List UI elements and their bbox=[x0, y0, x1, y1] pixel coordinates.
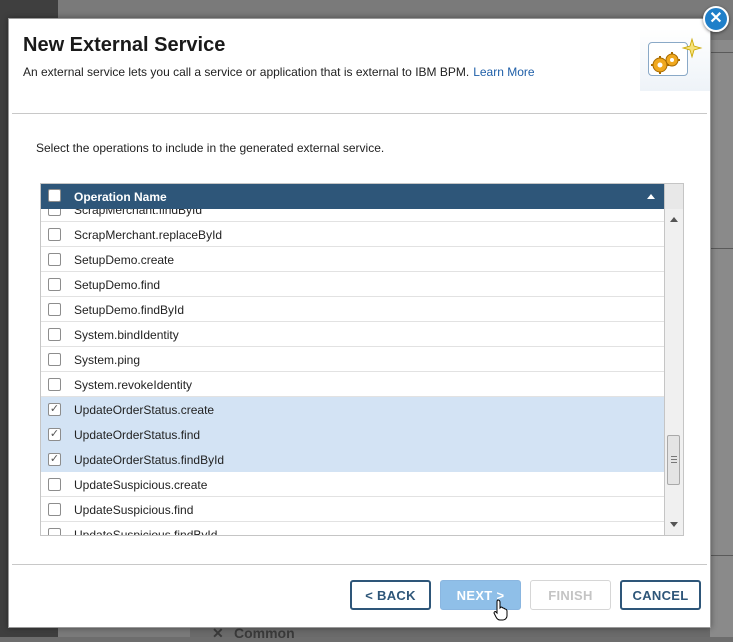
sort-ascending-icon[interactable] bbox=[647, 194, 655, 199]
finish-button[interactable]: FINISH bbox=[530, 580, 611, 610]
operation-row[interactable]: ✓ UpdateOrderStatus.findById bbox=[41, 447, 664, 472]
operation-row[interactable]: System.revokeIdentity bbox=[41, 372, 664, 397]
operation-row[interactable]: UpdateSuspicious.findById bbox=[41, 522, 664, 535]
operation-checkbox[interactable]: ✓ bbox=[48, 403, 61, 416]
operation-name: UpdateOrderStatus.find bbox=[74, 428, 201, 442]
operation-name: SetupDemo.findById bbox=[74, 303, 185, 317]
operation-row[interactable]: System.bindIdentity bbox=[41, 322, 664, 347]
header-divider bbox=[12, 113, 707, 114]
operation-checkbox[interactable]: ✓ bbox=[48, 453, 61, 466]
operation-checkbox[interactable] bbox=[48, 503, 61, 516]
operations-grid: Operation Name ScrapMerchant.findById Scr… bbox=[40, 183, 684, 536]
gears-icon bbox=[651, 37, 703, 74]
operation-name: UpdateSuspicious.find bbox=[74, 503, 194, 517]
operation-name: UpdateOrderStatus.create bbox=[74, 403, 215, 417]
operation-row[interactable]: SetupDemo.findById bbox=[41, 297, 664, 322]
operation-checkbox[interactable] bbox=[48, 378, 61, 391]
hand-cursor-icon bbox=[493, 599, 508, 621]
footer-divider bbox=[12, 564, 707, 565]
grid-rows: ScrapMerchant.findById ScrapMerchant.repl… bbox=[41, 209, 664, 535]
external-service-gears-icon bbox=[640, 29, 710, 91]
operation-name: UpdateSuspicious.findById bbox=[74, 528, 218, 535]
operation-checkbox[interactable] bbox=[48, 278, 61, 291]
scroll-up-icon[interactable] bbox=[670, 217, 678, 222]
operation-row[interactable]: ✓ UpdateOrderStatus.find bbox=[41, 422, 664, 447]
grip-line bbox=[671, 459, 677, 460]
operation-row[interactable]: SetupDemo.create bbox=[41, 247, 664, 272]
operation-checkbox[interactable] bbox=[48, 253, 61, 266]
close-dialog-button[interactable]: ✕ bbox=[703, 6, 729, 32]
background-divider bbox=[710, 248, 733, 249]
operation-checkbox[interactable] bbox=[48, 209, 61, 216]
background-divider bbox=[710, 555, 733, 556]
grid-header[interactable]: Operation Name bbox=[41, 184, 664, 209]
column-header-operation-name[interactable]: Operation Name bbox=[74, 190, 167, 204]
operation-row[interactable]: ScrapMerchant.findById bbox=[41, 209, 664, 222]
operation-name: System.bindIdentity bbox=[74, 328, 179, 342]
new-external-service-dialog: New External Service An external service… bbox=[8, 18, 711, 628]
dialog-description: An external service lets you call a serv… bbox=[23, 65, 535, 79]
dialog-title: New External Service bbox=[23, 34, 226, 56]
operation-name: ScrapMerchant.replaceById bbox=[74, 228, 223, 242]
operation-row[interactable]: ScrapMerchant.replaceById bbox=[41, 222, 664, 247]
background-right-panel bbox=[710, 40, 733, 637]
back-button[interactable]: < BACK bbox=[350, 580, 431, 610]
operation-name: SetupDemo.find bbox=[74, 278, 161, 292]
dialog-description-text: An external service lets you call a serv… bbox=[23, 65, 470, 79]
operation-checkbox[interactable] bbox=[48, 353, 61, 366]
vertical-scrollbar[interactable] bbox=[664, 209, 683, 535]
operation-checkbox[interactable] bbox=[48, 228, 61, 241]
operation-name: ScrapMerchant.findById bbox=[74, 209, 203, 217]
operation-name: UpdateOrderStatus.findById bbox=[74, 453, 225, 467]
grid-body: ScrapMerchant.findById ScrapMerchant.repl… bbox=[41, 209, 664, 535]
select-all-checkbox[interactable] bbox=[48, 189, 61, 202]
operation-row[interactable]: ✓ UpdateOrderStatus.create bbox=[41, 397, 664, 422]
grid-scroll-corner bbox=[664, 184, 683, 209]
operation-checkbox[interactable] bbox=[48, 528, 61, 535]
operation-row[interactable]: UpdateSuspicious.create bbox=[41, 472, 664, 497]
operation-name: UpdateSuspicious.create bbox=[74, 478, 208, 492]
operation-checkbox[interactable] bbox=[48, 328, 61, 341]
scrollbar-thumb[interactable] bbox=[667, 435, 680, 485]
learn-more-link[interactable]: Learn More bbox=[473, 65, 534, 79]
operation-row[interactable]: UpdateSuspicious.find bbox=[41, 497, 664, 522]
background-divider bbox=[710, 52, 733, 53]
scroll-down-icon[interactable] bbox=[670, 522, 678, 527]
instruction-text: Select the operations to include in the … bbox=[36, 141, 385, 155]
operation-row[interactable]: System.ping bbox=[41, 347, 664, 372]
grip-line bbox=[671, 462, 677, 463]
operation-checkbox[interactable] bbox=[48, 478, 61, 491]
operation-checkbox[interactable]: ✓ bbox=[48, 428, 61, 441]
operation-checkbox[interactable] bbox=[48, 303, 61, 316]
operation-name: SetupDemo.create bbox=[74, 253, 175, 267]
sparkle-icon bbox=[681, 37, 703, 59]
operation-name: System.revokeIdentity bbox=[74, 378, 193, 392]
operation-row[interactable]: SetupDemo.find bbox=[41, 272, 664, 297]
grip-line bbox=[671, 456, 677, 457]
operation-name: System.ping bbox=[74, 353, 141, 367]
cancel-button[interactable]: CANCEL bbox=[620, 580, 701, 610]
